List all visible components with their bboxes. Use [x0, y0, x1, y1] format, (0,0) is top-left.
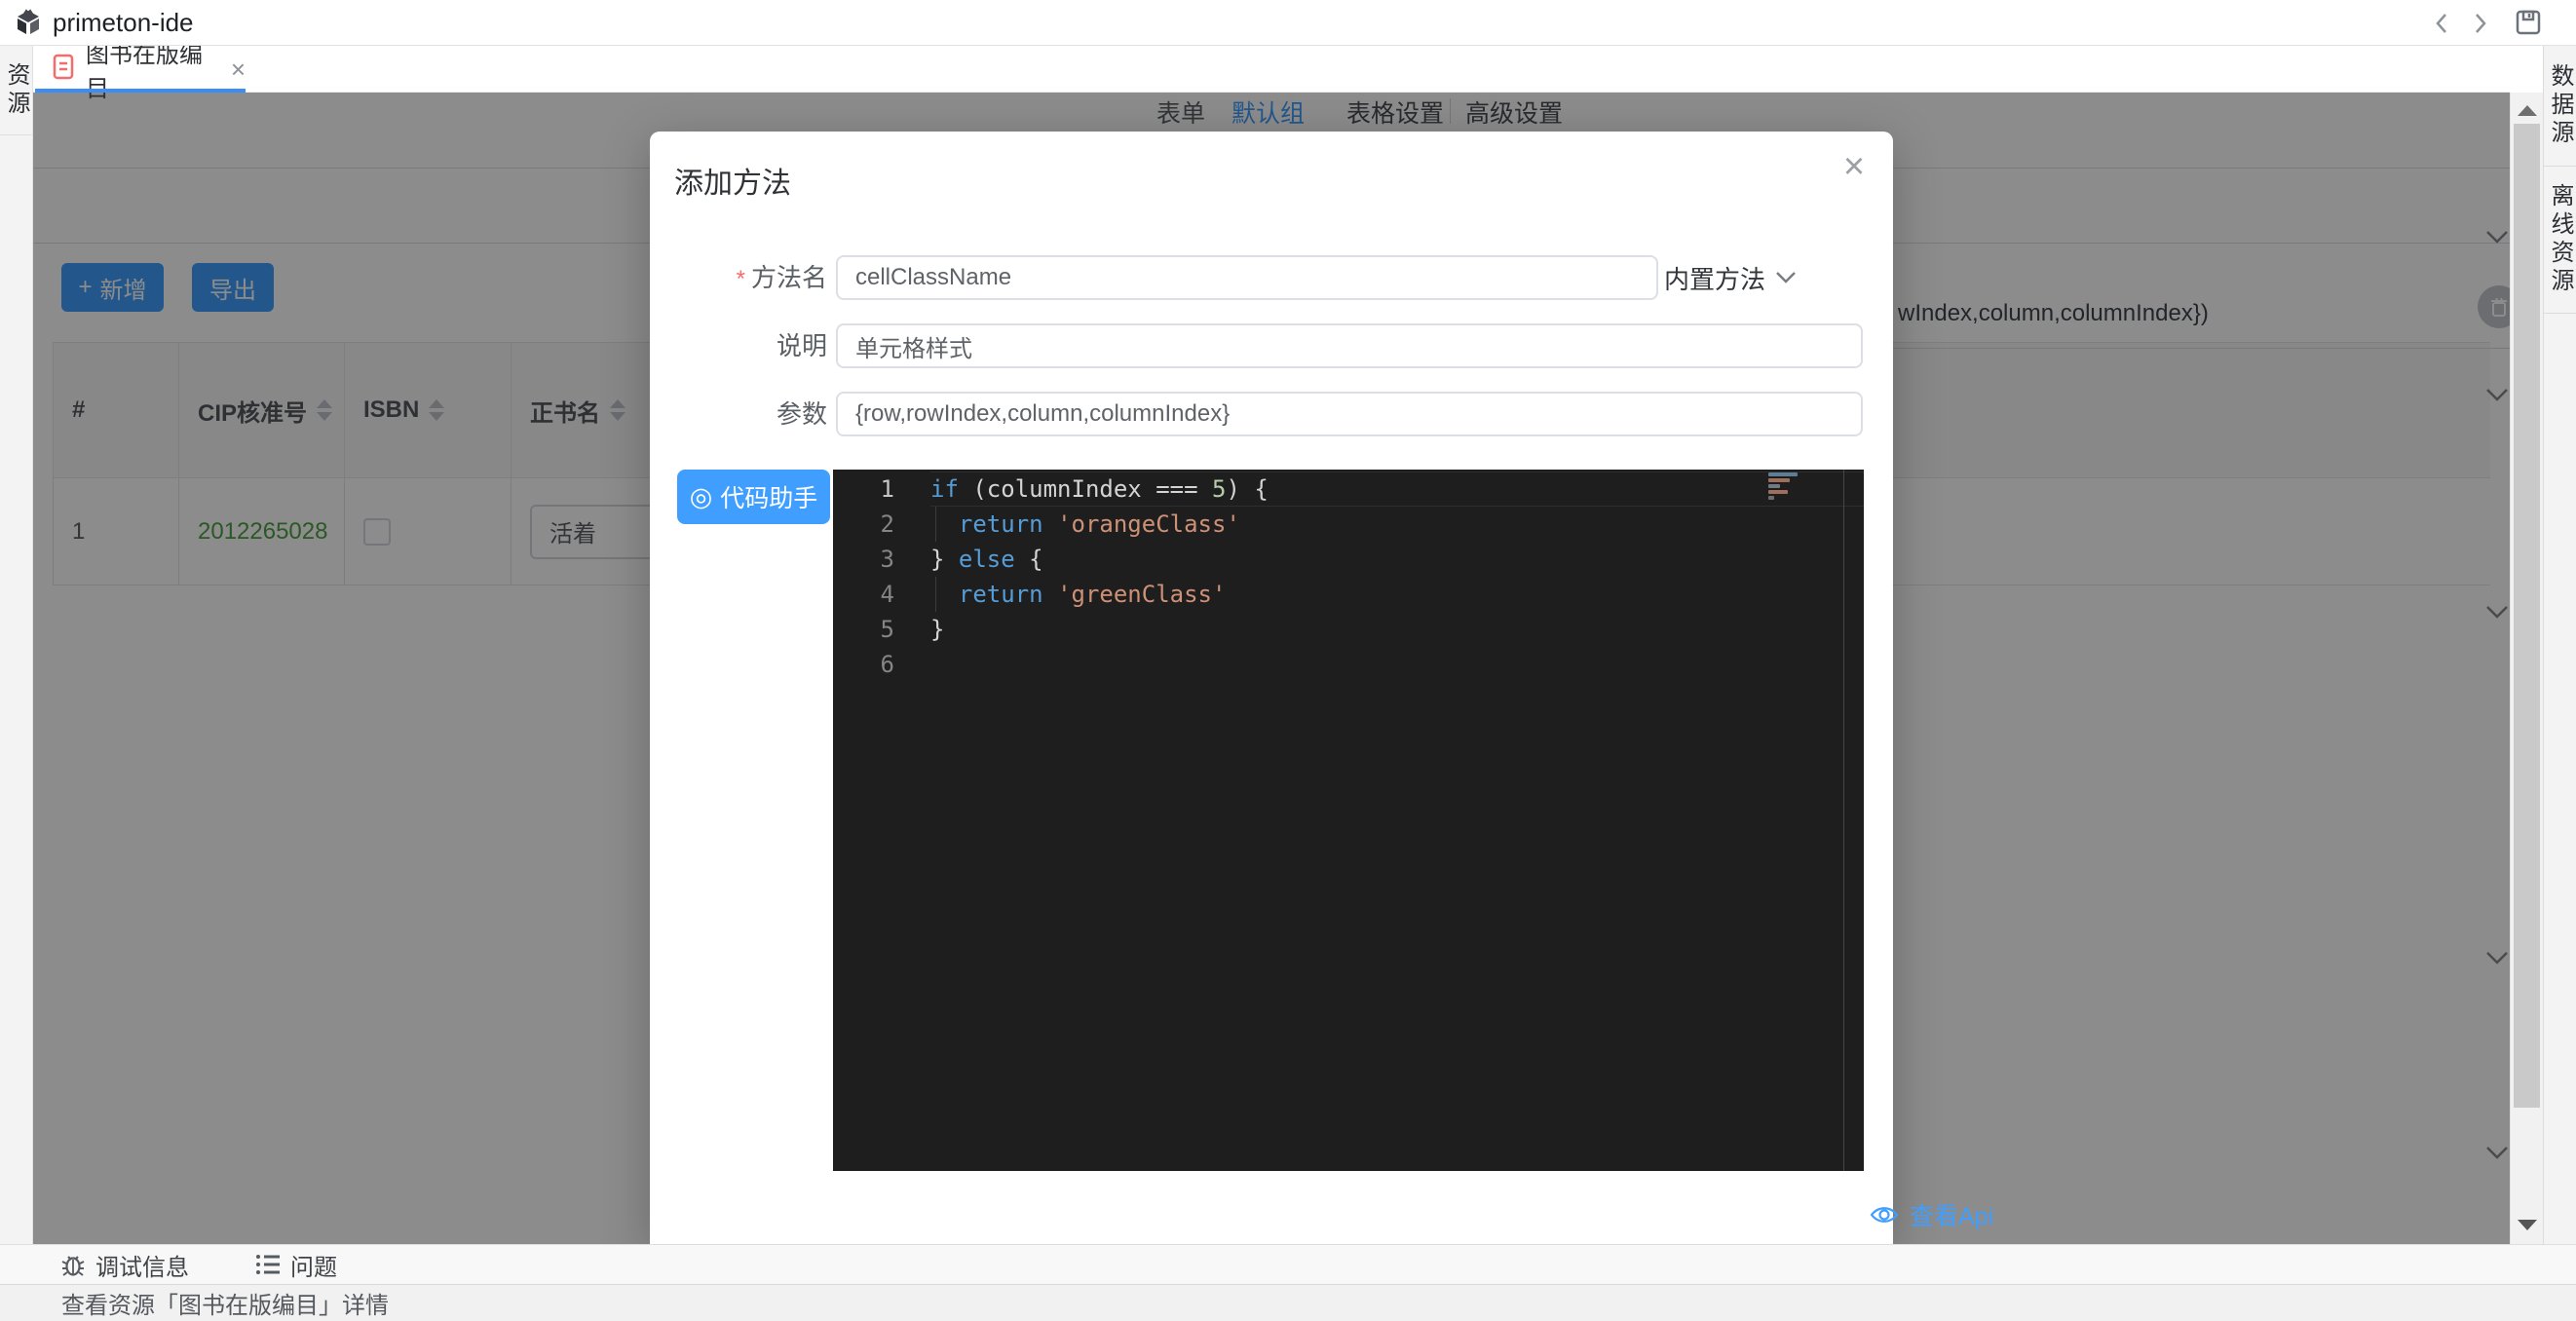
status-text: 查看资源「图书在版编目」详情	[61, 1286, 389, 1320]
tab-close-icon[interactable]: ×	[231, 57, 246, 82]
left-sidebar: 资源	[0, 46, 33, 1244]
code-line[interactable]: 2 return 'orangeClass'	[833, 507, 1864, 542]
scrollbar-thumb[interactable]	[2514, 124, 2540, 1108]
method-name-label: *方法名	[650, 255, 827, 300]
code-line[interactable]: 4 return 'greenClass'	[833, 577, 1864, 612]
description-label: 说明	[650, 323, 827, 368]
params-input[interactable]: {row,rowIndex,column,columnIndex}	[836, 392, 1863, 436]
code-editor[interactable]: 1if (columnIndex === 5) {2 return 'orang…	[833, 470, 1864, 1171]
sidebar-item-offline-resources[interactable]: 离线资源	[2544, 167, 2576, 314]
debug-icon	[60, 1251, 86, 1278]
problems-list-icon	[255, 1253, 281, 1276]
assistant-icon: ◎	[690, 484, 713, 510]
app-title: primeton-ide	[53, 0, 194, 45]
document-icon	[53, 54, 74, 85]
top-bar: primeton-ide	[0, 0, 2576, 46]
line-number: 2	[833, 507, 930, 542]
code-lines: 1if (columnIndex === 5) {2 return 'orang…	[833, 472, 1864, 682]
debug-info-button[interactable]: 调试信息	[60, 1248, 189, 1282]
preview-canvas: 表单 默认组 表格设置 高级设置 + 新增 导出 # CIP核准号 ISBN 正…	[33, 93, 2510, 1244]
app-logo-icon	[14, 8, 43, 42]
scrollbar-up-icon[interactable]	[2518, 105, 2537, 116]
sidebar-item-resources[interactable]: 资源	[0, 46, 32, 135]
right-sidebar: 数据源 离线资源	[2543, 46, 2576, 1244]
params-label: 参数	[650, 392, 827, 436]
chevron-down-icon	[1775, 271, 1797, 284]
vertical-scrollbar[interactable]	[2510, 93, 2543, 1244]
line-number: 6	[833, 647, 930, 682]
eye-icon	[1869, 1203, 1900, 1227]
code-line[interactable]: 1if (columnIndex === 5) {	[833, 472, 1864, 507]
minimap-border	[1843, 470, 1844, 1171]
line-number: 1	[833, 472, 930, 507]
view-api-link[interactable]: 查看Api	[1869, 1197, 1993, 1232]
debug-panel-bar: 调试信息 问题	[0, 1244, 2576, 1284]
line-number: 4	[833, 577, 930, 612]
nav-forward-button[interactable]	[2467, 10, 2494, 37]
minimap	[1768, 472, 1801, 502]
active-tab-underline	[35, 89, 246, 93]
nav-back-button[interactable]	[2428, 10, 2455, 37]
code-line[interactable]: 6	[833, 647, 1864, 682]
builtin-method-dropdown[interactable]: 内置方法	[1664, 255, 1797, 300]
required-mark: *	[737, 266, 745, 292]
add-method-dialog: 添加方法 × *方法名 cellClassName 内置方法 说明 单元格样式 …	[650, 132, 1893, 1244]
code-line[interactable]: 3} else {	[833, 542, 1864, 577]
line-number: 3	[833, 542, 930, 577]
dialog-title: 添加方法	[674, 159, 791, 202]
status-bar: 查看资源「图书在版编目」详情	[0, 1284, 2576, 1321]
tab-bar: 图书在版编目 ×	[33, 46, 2510, 93]
code-assistant-button[interactable]: ◎ 代码助手	[677, 470, 830, 524]
code-line[interactable]: 5}	[833, 612, 1864, 647]
save-icon[interactable]	[2514, 8, 2543, 37]
tab-book-cip[interactable]: 图书在版编目 ×	[35, 46, 246, 93]
description-input[interactable]: 单元格样式	[836, 323, 1863, 368]
dialog-close-icon[interactable]: ×	[1833, 145, 1875, 188]
line-number: 5	[833, 612, 930, 647]
sidebar-item-datasource[interactable]: 数据源	[2544, 46, 2576, 167]
scrollbar-down-icon[interactable]	[2518, 1220, 2537, 1230]
method-name-input[interactable]: cellClassName	[836, 255, 1658, 300]
problems-button[interactable]: 问题	[255, 1248, 337, 1282]
